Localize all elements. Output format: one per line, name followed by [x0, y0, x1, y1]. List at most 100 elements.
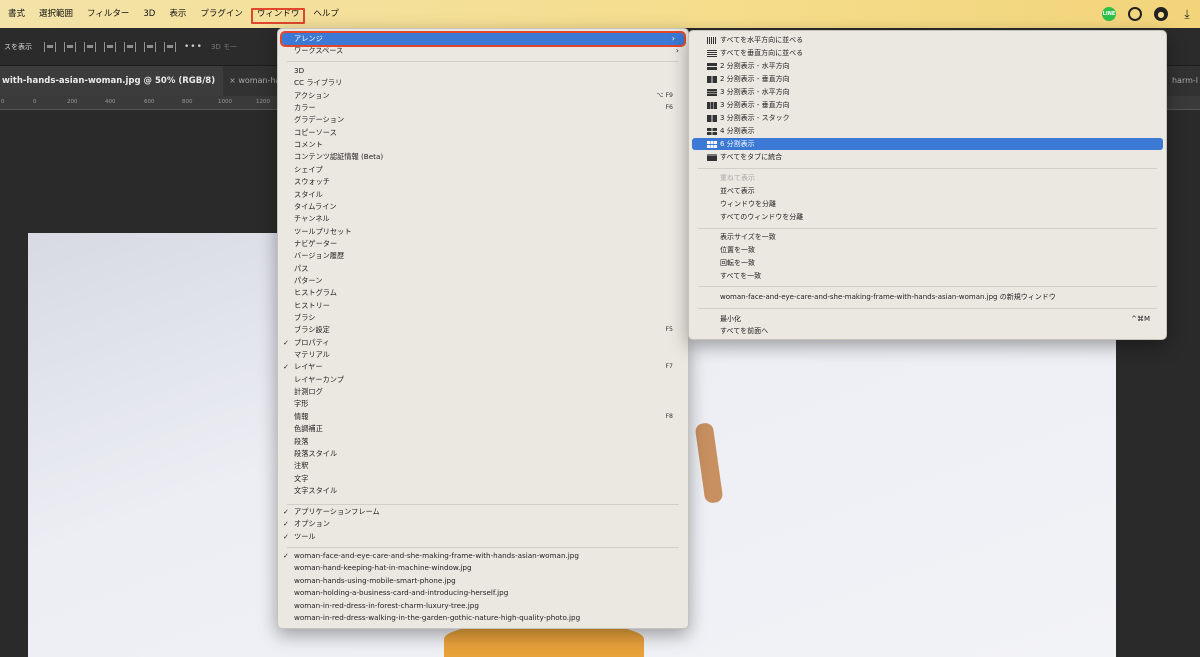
- menu-item-match-op[interactable]: すべてを一致: [689, 270, 1166, 282]
- menu-item-panel[interactable]: 段落: [278, 436, 688, 448]
- menu-item-layout[interactable]: すべてを垂直方向に並べる: [689, 47, 1166, 59]
- menu-item-panel[interactable]: 色調補正: [278, 423, 688, 435]
- user-icon[interactable]: ●: [1154, 7, 1168, 21]
- menu-item-layout[interactable]: すべてをタブに統合: [689, 151, 1166, 163]
- menu-item-window-op[interactable]: すべてのウィンドウを分離: [689, 211, 1166, 223]
- show-transform-label[interactable]: スを表示: [4, 42, 32, 52]
- menu-item-panel[interactable]: コメント: [278, 139, 688, 151]
- align-left-icon[interactable]: [44, 41, 56, 52]
- menu-view[interactable]: 表示: [162, 0, 193, 28]
- more-icon[interactable]: •••: [184, 42, 203, 52]
- align-center-icon[interactable]: [64, 41, 76, 52]
- menu-item-layout[interactable]: 2 分割表示 - 水平方向: [689, 60, 1166, 72]
- menu-item-shortcut: F6: [665, 104, 674, 112]
- menu-plugins[interactable]: プラグイン: [193, 0, 250, 28]
- menu-item-window-op[interactable]: 並べて表示: [689, 185, 1166, 197]
- menu-item-layout[interactable]: 4 分割表示: [689, 125, 1166, 137]
- menu-item-panel[interactable]: シェイプ: [278, 164, 688, 176]
- menu-item-document[interactable]: woman-in-red-dress-in-forest-charm-luxur…: [278, 600, 688, 612]
- menu-item-panel[interactable]: スタイル: [278, 189, 688, 201]
- menu-item-document[interactable]: woman-in-red-dress-walking-in-the-garden…: [278, 612, 688, 624]
- menu-item-arrange[interactable]: アレンジ ›: [280, 31, 686, 47]
- menu-window[interactable]: ウィンドウ: [250, 0, 307, 28]
- download-icon[interactable]: ⤓: [1180, 7, 1194, 21]
- menu-item-panel[interactable]: コピーソース: [278, 127, 688, 139]
- menu-item-panel[interactable]: パターン: [278, 275, 688, 287]
- menu-item-document[interactable]: woman-hand-keeping-hat-in-machine-window…: [278, 562, 688, 574]
- menu-item-panel[interactable]: 3D: [278, 65, 688, 77]
- menu-format[interactable]: 書式: [0, 0, 32, 28]
- align-right-icon[interactable]: [84, 41, 96, 52]
- checkmark-icon: ✓: [283, 338, 289, 347]
- menu-item-match-op[interactable]: 回転を一致: [689, 257, 1166, 269]
- menu-item-panel[interactable]: レイヤーカンプ: [278, 374, 688, 386]
- creative-cloud-icon[interactable]: [1128, 7, 1142, 21]
- align-middle-icon[interactable]: [124, 41, 136, 52]
- menu-item-match-op[interactable]: 表示サイズを一致: [689, 231, 1166, 243]
- menu-help[interactable]: ヘルプ: [306, 0, 346, 28]
- menu-item-panel[interactable]: ブラシ: [278, 312, 688, 324]
- menu-item-layout[interactable]: 6 分割表示: [692, 138, 1163, 150]
- menu-item-label: ウィンドウを分離: [720, 200, 776, 208]
- tab-active-document[interactable]: with-hands-asian-woman.jpg @ 50% (RGB/8): [0, 66, 224, 96]
- menu-item-layout[interactable]: 3 分割表示 - 垂直方向: [689, 99, 1166, 111]
- menu-item-label: ブラシ設定: [294, 325, 330, 335]
- menu-item-panel[interactable]: CC ライブラリ: [278, 77, 688, 89]
- menu-item-panel[interactable]: スウォッチ: [278, 176, 688, 188]
- menu-item-frame[interactable]: ✓ オプション: [278, 518, 688, 530]
- menu-item-label: 3 分割表示 - スタック: [720, 114, 790, 122]
- menu-item-document[interactable]: woman-holding-a-business-card-and-introd…: [278, 587, 688, 599]
- menu-item-window-op[interactable]: ウィンドウを分離: [689, 198, 1166, 210]
- menu-item-label: 段落: [294, 436, 309, 446]
- menu-item-document[interactable]: woman-hands-using-mobile-smart-phone.jpg: [278, 575, 688, 587]
- menu-item-layout[interactable]: 3 分割表示 - スタック: [689, 112, 1166, 124]
- menu-item-panel[interactable]: 計測ログ: [278, 386, 688, 398]
- menu-item-panel[interactable]: ✓ レイヤー F7: [278, 361, 688, 373]
- menu-item-panel[interactable]: コンテンツ認証情報 (Beta): [278, 151, 688, 163]
- menu-item-panel[interactable]: ブラシ設定 F5: [278, 324, 688, 336]
- menu-item-panel[interactable]: ナビゲーター: [278, 238, 688, 250]
- distribute-icon[interactable]: [164, 41, 176, 52]
- align-bottom-icon[interactable]: [144, 41, 156, 52]
- menu-item-panel[interactable]: ヒストグラム: [278, 287, 688, 299]
- menu-item-layout[interactable]: 3 分割表示 - 水平方向: [689, 86, 1166, 98]
- menu-item-frame[interactable]: ✓ ツール: [278, 531, 688, 543]
- align-top-icon[interactable]: [104, 41, 116, 52]
- menu-select[interactable]: 選択範囲: [32, 0, 80, 28]
- menu-item-panel[interactable]: ヒストリー: [278, 300, 688, 312]
- menu-item-label: 重ねて表示: [720, 174, 755, 182]
- menu-item-panel[interactable]: カラー F6: [278, 102, 688, 114]
- menu-item-panel[interactable]: ✓ プロパティ: [278, 337, 688, 349]
- line-icon[interactable]: LINE: [1102, 7, 1116, 21]
- menu-item-panel[interactable]: バージョン履歴: [278, 250, 688, 262]
- menu-item-panel[interactable]: 段落スタイル: [278, 448, 688, 460]
- menu-item-panel[interactable]: パス: [278, 263, 688, 275]
- menu-item-panel[interactable]: マテリアル: [278, 349, 688, 361]
- menu-item-bring-all-to-front[interactable]: すべてを前面へ: [689, 325, 1166, 337]
- menu-item-label: 位置を一致: [720, 246, 755, 254]
- menu-item-panel[interactable]: 文字スタイル: [278, 485, 688, 497]
- menu-item-label: 文字スタイル: [294, 485, 338, 495]
- menu-item-minimize[interactable]: 最小化 ^⌘M: [689, 313, 1166, 325]
- menu-item-panel[interactable]: 情報 F8: [278, 411, 688, 423]
- tab-right-document[interactable]: harm-l: [1172, 66, 1200, 96]
- menu-3d[interactable]: 3D: [136, 0, 162, 28]
- menu-item-new-window[interactable]: woman-face-and-eye-care-and-she-making-f…: [689, 291, 1166, 303]
- menu-item-workspace[interactable]: ワークスペース ›: [278, 45, 688, 57]
- menu-item-match-op[interactable]: 位置を一致: [689, 244, 1166, 256]
- menu-filter[interactable]: フィルター: [80, 0, 136, 28]
- menu-item-panel[interactable]: グラデーション: [278, 114, 688, 126]
- menu-item-panel[interactable]: ツールプリセット: [278, 226, 688, 238]
- menu-item-layout[interactable]: 2 分割表示 - 垂直方向: [689, 73, 1166, 85]
- menu-item-panel[interactable]: アクション ⌥ F9: [278, 90, 688, 102]
- menu-item-label: スウォッチ: [294, 177, 330, 187]
- menu-item-panel[interactable]: タイムライン: [278, 201, 688, 213]
- menu-item-document[interactable]: ✓ woman-face-and-eye-care-and-she-making-…: [278, 550, 688, 562]
- menu-item-frame[interactable]: ✓ アプリケーションフレーム: [278, 506, 688, 518]
- menu-item-layout[interactable]: すべてを水平方向に並べる: [689, 34, 1166, 46]
- menu-item-panel[interactable]: 文字: [278, 473, 688, 485]
- menu-item-panel[interactable]: チャンネル: [278, 213, 688, 225]
- mode-3d-label[interactable]: 3D モー: [211, 42, 237, 52]
- menu-item-panel[interactable]: 注釈: [278, 460, 688, 472]
- menu-item-panel[interactable]: 字形: [278, 398, 688, 410]
